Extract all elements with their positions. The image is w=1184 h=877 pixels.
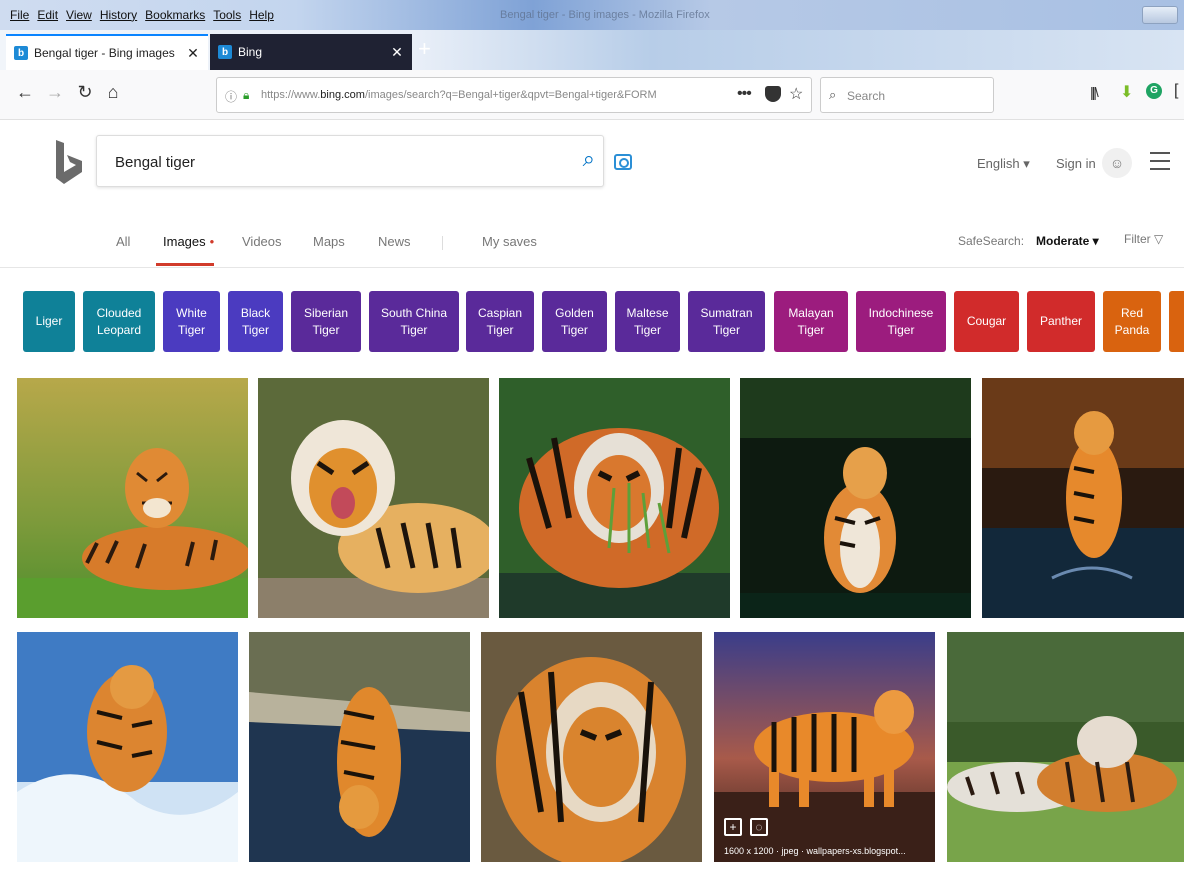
related-chip[interactable]: Cougar [954,291,1019,352]
related-chip[interactable]: Indochinese Tiger [856,291,946,352]
window-controls[interactable] [1142,6,1178,24]
tab-my-saves[interactable]: My saves [482,234,537,249]
search-input[interactable]: Bengal tiger ⌕ [96,135,604,187]
tab-bengal-tiger[interactable]: b Bengal tiger - Bing images ✕ [6,34,208,70]
bing-logo-icon[interactable] [54,140,84,186]
search-icon[interactable]: ⌕ [583,146,595,172]
library-icon[interactable]: |||\ [1090,84,1099,100]
menu-bar: File Edit View History Bookmarks Tools H… [0,0,1184,30]
hamburger-menu-icon[interactable] [1150,152,1170,176]
bookmark-star-icon[interactable]: ☆ [789,84,803,104]
image-info-caption: 1600 x 1200 · jpeg · wallpapers-xs.blogs… [724,846,906,856]
active-dot: • [209,234,215,249]
forward-icon[interactable]: → [44,82,66,103]
home-icon[interactable]: ⌂ [102,82,124,103]
user-avatar-icon[interactable]: ☺ [1102,148,1132,178]
close-tab-icon[interactable]: ✕ [390,44,404,61]
tab-videos[interactable]: Videos [242,234,282,249]
close-tab-icon[interactable]: ✕ [186,45,200,62]
safesearch-dropdown[interactable]: Moderate ▾ [1036,234,1099,248]
search-placeholder: Search [847,89,886,103]
url-bar[interactable]: ⓘ 🔒︎ https://www.bing.com/images/search?… [216,77,812,113]
tab-all[interactable]: All [116,234,130,249]
related-chip[interactable]: Malayan Tiger [774,291,848,352]
image-result-1[interactable] [17,378,248,618]
extension-icon[interactable]: G [1146,83,1162,99]
menu-bookmarks[interactable]: Bookmarks [145,8,205,22]
page-actions-icon[interactable]: ••• [737,85,752,103]
safesearch-label: SafeSearch: [958,234,1025,248]
tab-bing[interactable]: b Bing ✕ [210,34,412,70]
active-tab-underline [156,263,214,266]
filter-button[interactable]: Filter ▽ [1124,232,1163,246]
tab-title: Bengal tiger - Bing images [34,46,175,60]
image-hover-actions: + ◌ [724,818,768,836]
menu-help[interactable]: Help [249,8,274,22]
sidebar-icon[interactable]: [ [1174,82,1178,100]
menu-tools[interactable]: Tools [213,8,241,22]
pocket-icon[interactable] [765,86,781,102]
visual-search-icon[interactable]: ◌ [750,818,768,836]
tab-title: Bing [238,45,263,59]
menu-edit[interactable]: Edit [37,8,58,22]
bing-favicon-icon: b [14,46,28,60]
menu-view[interactable]: View [66,8,92,22]
related-chip[interactable]: Siberian Tiger [291,291,361,352]
back-icon[interactable]: ← [14,82,36,103]
image-result-7[interactable] [249,632,470,862]
image-result-8[interactable] [481,632,702,862]
url-text[interactable]: https://www.bing.com/images/search?q=Ben… [261,89,731,101]
vertical-nav: All Images • Videos Maps News My saves Sa… [0,230,1184,268]
tab-images[interactable]: Images • [163,234,214,249]
image-result-10[interactable] [947,632,1184,862]
download-icon[interactable]: ⬇ [1120,82,1133,102]
related-chip[interactable]: Clouded Leopard [83,291,155,352]
related-chip[interactable]: South China Tiger [369,291,459,352]
image-result-6[interactable] [17,632,238,862]
reload-icon[interactable]: ↻ [74,82,96,103]
new-tab-button[interactable]: + [418,38,436,60]
language-selector[interactable]: English ▾ [977,156,1030,172]
browser-search-box[interactable]: ⌕ Search [820,77,994,113]
lock-icon[interactable]: 🔒︎ [243,88,249,103]
nav-divider [442,236,443,250]
bing-favicon-icon: b [218,45,232,59]
image-result-2[interactable] [258,378,489,618]
related-chip[interactable]: Golden Tiger [542,291,607,352]
window-title: Bengal tiger - Bing images - Mozilla Fir… [500,9,710,21]
tab-maps[interactable]: Maps [313,234,345,249]
tab-news[interactable]: News [378,234,411,249]
related-chip[interactable]: Sumatran Tiger [688,291,765,352]
search-icon: ⌕ [829,87,837,102]
sign-in-link[interactable]: Sign in [1056,156,1096,171]
related-chip[interactable]: Liger [23,291,75,352]
image-result-4[interactable] [740,378,971,618]
related-chip[interactable]: Caspian Tiger [466,291,534,352]
menu-file[interactable]: File [10,8,29,22]
filter-icon: ▽ [1154,232,1164,246]
add-to-collection-icon[interactable]: + [724,818,742,836]
related-chip[interactable]: Panther [1027,291,1095,352]
nav-bar: ← → ↻ ⌂ ⓘ 🔒︎ https://www.bing.com/images… [0,70,1184,120]
related-chip[interactable]: Maltese Tiger [615,291,680,352]
related-chip[interactable]: Red Panda [1103,291,1161,352]
tab-strip: b Bengal tiger - Bing images ✕ b Bing ✕ … [0,30,1184,70]
related-chip-partial[interactable] [1169,291,1184,352]
image-result-3[interactable] [499,378,730,618]
related-chip[interactable]: White Tiger [163,291,220,352]
menu-history[interactable]: History [100,8,137,22]
search-query[interactable]: Bengal tiger [115,154,195,171]
visual-search-camera-icon[interactable] [614,154,632,170]
related-chip[interactable]: Black Tiger [228,291,283,352]
info-icon[interactable]: ⓘ [225,88,237,105]
menu-items: File Edit View History Bookmarks Tools H… [10,8,274,22]
image-result-5[interactable] [982,378,1184,618]
